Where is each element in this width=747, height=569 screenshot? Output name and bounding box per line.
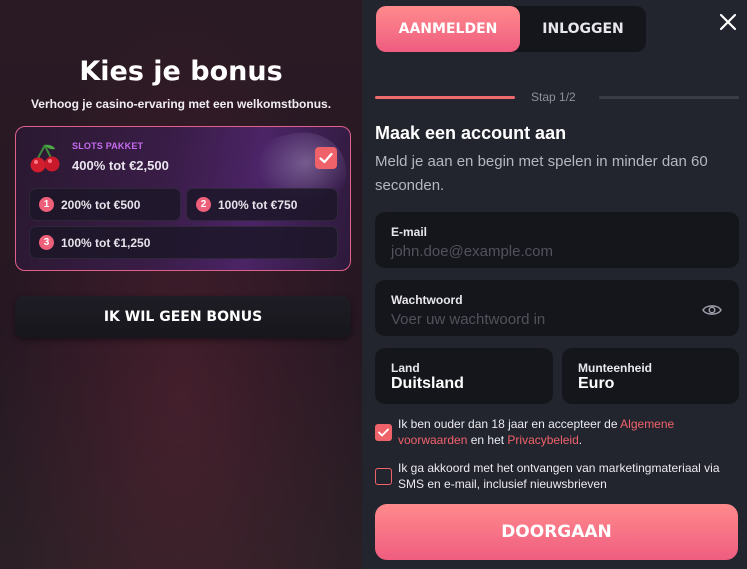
- package-amount: 400% tot €2,500: [72, 158, 169, 173]
- option-number-badge: 1: [39, 197, 54, 212]
- bonus-option-3[interactable]: 3 100% tot €1,250: [29, 226, 338, 259]
- currency-value: Euro: [578, 375, 615, 392]
- eye-icon[interactable]: [702, 303, 722, 317]
- currency-label: Munteenheid: [578, 361, 652, 375]
- bonus-title: Kies je bonus: [79, 56, 283, 87]
- option-number-badge: 3: [39, 235, 54, 250]
- terms-text: Ik ben ouder dan 18 jaar en accepteer de…: [398, 416, 738, 448]
- terms-checkbox[interactable]: [375, 424, 392, 441]
- terms-text-mid: en het: [467, 433, 508, 447]
- country-value: Duitsland: [391, 375, 464, 392]
- progress-step-todo: [599, 96, 739, 99]
- package-tag: SLOTS PAKKET: [72, 141, 144, 151]
- no-bonus-button[interactable]: IK WIL GEEN BONUS: [15, 296, 351, 338]
- terms-text-before: Ik ben ouder dan 18 jaar en accepteer de: [398, 417, 621, 431]
- check-icon: [378, 428, 389, 437]
- bonus-panel: Kies je bonus Verhoog je casino-ervaring…: [0, 0, 362, 569]
- marketing-checkbox[interactable]: [375, 468, 392, 485]
- progress-step-done: [375, 96, 515, 99]
- terms-text-after: .: [578, 433, 583, 447]
- country-select[interactable]: Land Duitsland: [375, 348, 553, 404]
- email-label: E-mail: [391, 225, 428, 239]
- password-placeholder: Voer uw wachtwoord in: [391, 311, 546, 328]
- auth-panel: AANMELDEN INLOGGEN Stap 1/2 Maak een acc…: [362, 0, 747, 569]
- option-label: 100% tot €750: [218, 197, 298, 212]
- option-label: 100% tot €1,250: [61, 235, 151, 250]
- bonus-option-2[interactable]: 2 100% tot €750: [186, 188, 338, 221]
- continue-button[interactable]: DOORGAAN: [375, 504, 738, 560]
- bonus-option-1[interactable]: 1 200% tot €500: [29, 188, 181, 221]
- email-field[interactable]: E-mail john.doe@example.com: [375, 212, 739, 268]
- check-icon: [319, 152, 333, 164]
- option-number-badge: 2: [196, 197, 211, 212]
- form-title: Maak een account aan: [375, 123, 567, 143]
- cherry-icon: [30, 144, 60, 173]
- bonus-subtitle: Verhoog je casino-ervaring met een welko…: [30, 97, 332, 111]
- marketing-text: Ik ga akkoord met het ontvangen van mark…: [398, 461, 720, 491]
- password-label: Wachtwoord: [391, 293, 463, 307]
- tab-login[interactable]: INLOGGEN: [520, 6, 646, 52]
- bonus-package-card[interactable]: SLOTS PAKKET 400% tot €2,500 1 200% tot …: [15, 126, 351, 271]
- currency-select[interactable]: Munteenheid Euro: [562, 348, 739, 404]
- privacy-link[interactable]: Privacybeleid: [507, 433, 578, 447]
- form-subtitle: Meld je aan en begin met spelen in minde…: [375, 153, 708, 194]
- email-placeholder: john.doe@example.com: [391, 243, 553, 260]
- close-icon[interactable]: [719, 13, 737, 31]
- auth-tabs: AANMELDEN INLOGGEN: [376, 6, 646, 52]
- step-indicator: Stap 1/2: [531, 90, 576, 104]
- tab-register[interactable]: AANMELDEN: [376, 6, 520, 52]
- country-label: Land: [391, 361, 420, 375]
- password-field[interactable]: Wachtwoord Voer uw wachtwoord in: [375, 280, 739, 336]
- option-label: 200% tot €500: [61, 197, 141, 212]
- package-checkbox[interactable]: [315, 147, 337, 169]
